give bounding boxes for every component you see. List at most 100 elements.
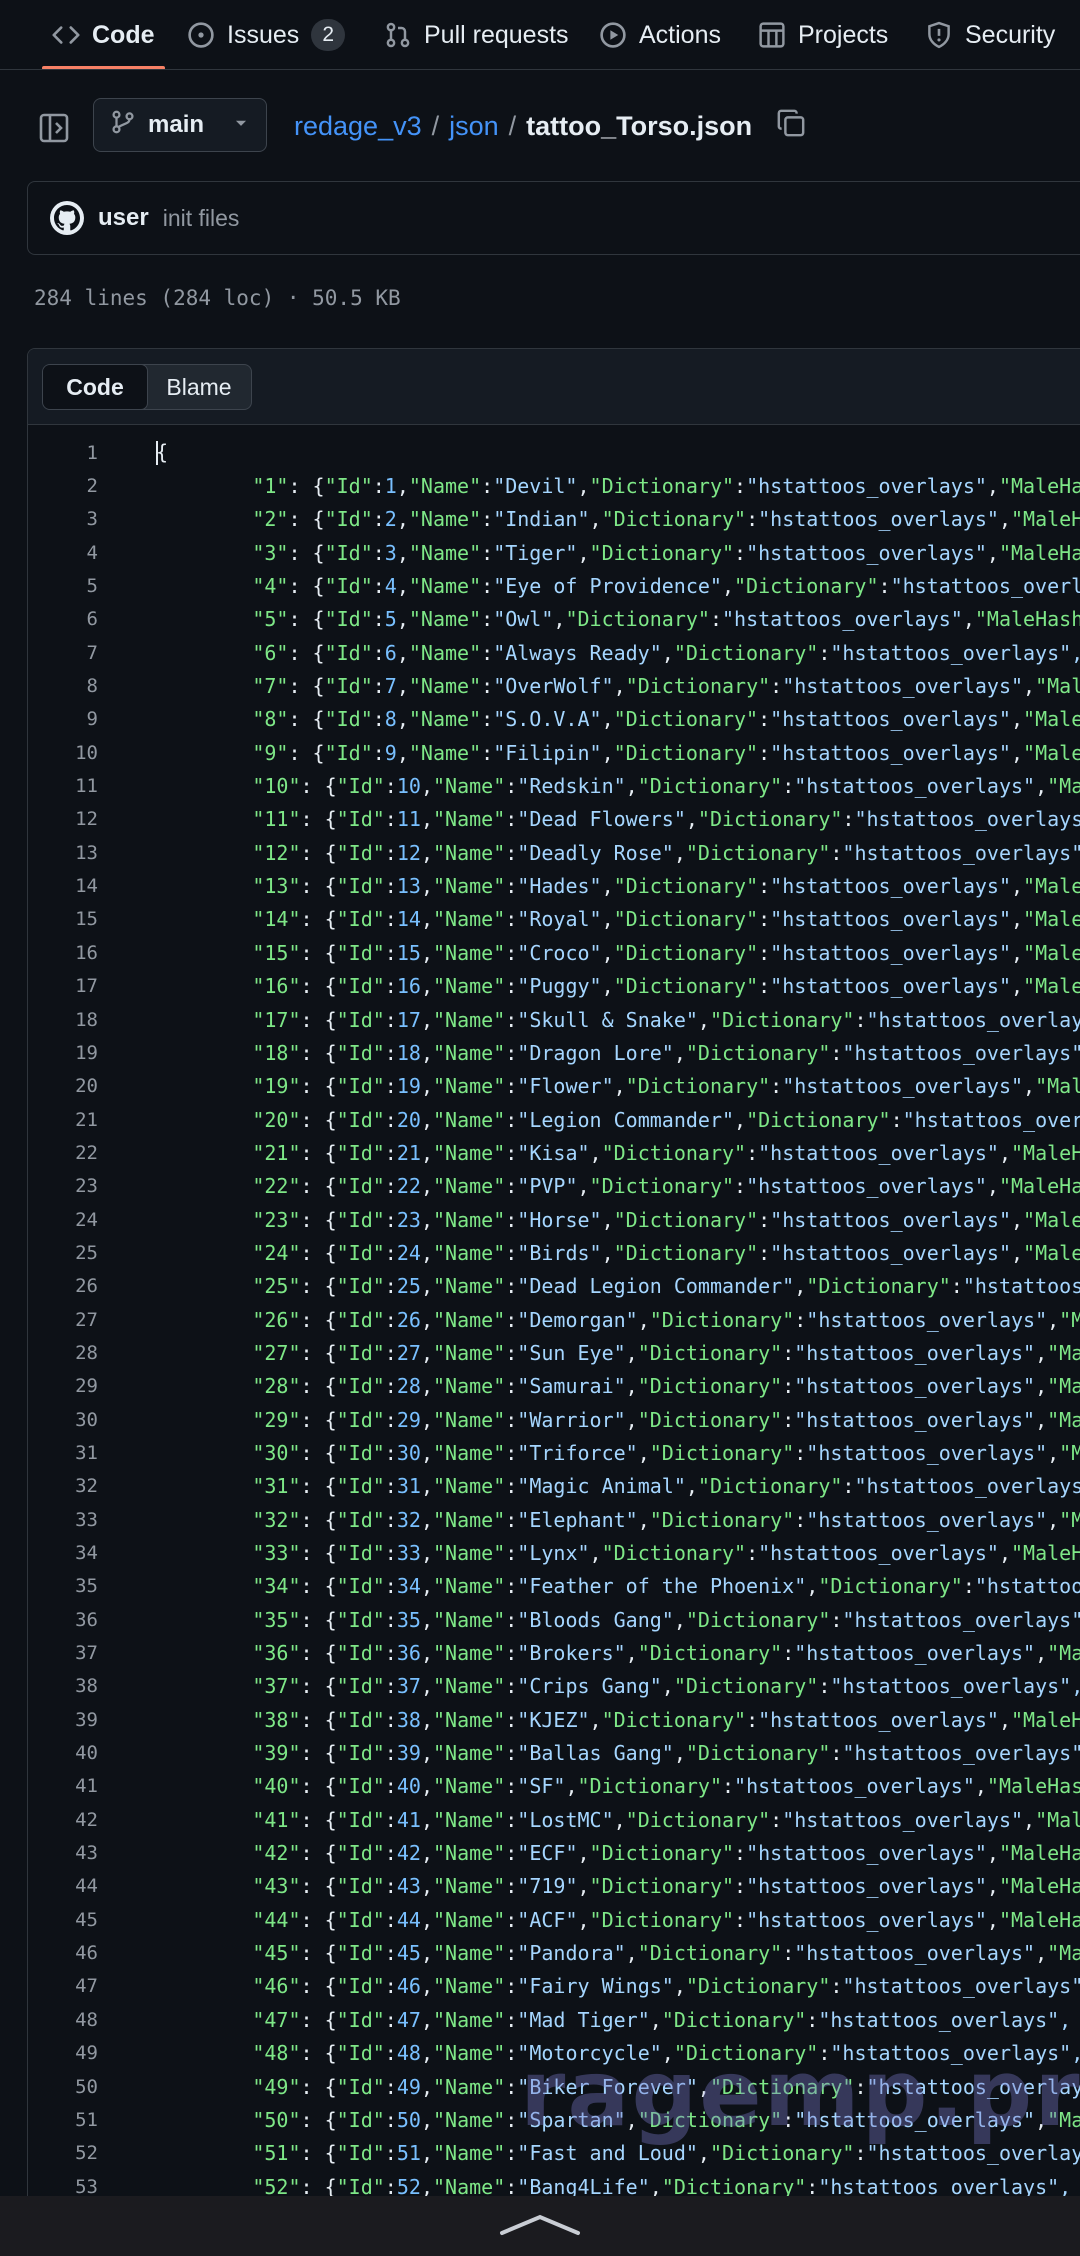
- line-number[interactable]: 11: [28, 775, 98, 797]
- line-number[interactable]: 40: [28, 1742, 98, 1764]
- line-number[interactable]: 24: [28, 1209, 98, 1231]
- line-number[interactable]: 48: [28, 2009, 98, 2031]
- line-number[interactable]: 2: [28, 475, 98, 497]
- line-number[interactable]: 8: [28, 675, 98, 697]
- line-number[interactable]: 36: [28, 1609, 98, 1631]
- line-number[interactable]: 42: [28, 1809, 98, 1831]
- code-line: 46 "45": {"Id":45,"Name":"Pandora","Dict…: [28, 1936, 1080, 1969]
- line-number[interactable]: 46: [28, 1942, 98, 1964]
- line-number[interactable]: 26: [28, 1275, 98, 1297]
- line-number[interactable]: 49: [28, 2042, 98, 2064]
- tab-issues[interactable]: Issues 2: [187, 0, 346, 69]
- line-content: "5": {"Id":5,"Name":"Owl","Dictionary":"…: [252, 607, 1080, 632]
- code-viewer-header: Code Blame: [28, 349, 1080, 425]
- line-number[interactable]: 22: [28, 1142, 98, 1164]
- line-number[interactable]: 35: [28, 1575, 98, 1597]
- line-number[interactable]: 28: [28, 1342, 98, 1364]
- chevron-up-icon[interactable]: [498, 2211, 582, 2242]
- copy-icon: [776, 108, 806, 145]
- line-number[interactable]: 5: [28, 575, 98, 597]
- code-lines[interactable]: 1{2 "1": {"Id":1,"Name":"Devil","Diction…: [28, 425, 1080, 2256]
- line-number[interactable]: 37: [28, 1642, 98, 1664]
- line-content: "35": {"Id":35,"Name":"Bloods Gang","Dic…: [252, 1607, 1080, 1632]
- tab-pull-requests[interactable]: Pull requests: [384, 0, 569, 69]
- line-content: "36": {"Id":36,"Name":"Brokers","Diction…: [252, 1641, 1080, 1666]
- branch-select-button[interactable]: main: [93, 98, 267, 152]
- line-number[interactable]: 51: [28, 2109, 98, 2131]
- line-number[interactable]: 27: [28, 1309, 98, 1331]
- line-content: "52": {"Id":52,"Name":"Bang4Life","Dicti…: [252, 2174, 1072, 2199]
- line-number[interactable]: 15: [28, 908, 98, 930]
- line-number[interactable]: 25: [28, 1242, 98, 1264]
- line-number[interactable]: 38: [28, 1675, 98, 1697]
- line-content: "31": {"Id":31,"Name":"Magic Animal","Di…: [252, 1474, 1080, 1499]
- breadcrumb-folder-link[interactable]: json: [449, 111, 499, 142]
- line-number[interactable]: 13: [28, 842, 98, 864]
- line-content: "18": {"Id":18,"Name":"Dragon Lore","Dic…: [252, 1040, 1080, 1065]
- tab-code-label: Code: [92, 20, 155, 49]
- line-number[interactable]: 32: [28, 1475, 98, 1497]
- line-number[interactable]: 52: [28, 2142, 98, 2164]
- code-line: 45 "44": {"Id":44,"Name":"ACF","Dictiona…: [28, 1903, 1080, 1936]
- breadcrumb-repo-link[interactable]: redage_v3: [294, 111, 422, 142]
- line-number[interactable]: 18: [28, 1009, 98, 1031]
- line-number[interactable]: 31: [28, 1442, 98, 1464]
- line-number[interactable]: 41: [28, 1775, 98, 1797]
- line-number[interactable]: 34: [28, 1542, 98, 1564]
- bottom-navigation-bar: [0, 2196, 1080, 2256]
- copy-path-button[interactable]: [774, 109, 808, 143]
- code-view-button[interactable]: Code: [43, 365, 148, 409]
- code-line: 52 "51": {"Id":51,"Name":"Fast and Loud"…: [28, 2137, 1080, 2170]
- commit-author[interactable]: user: [98, 204, 149, 232]
- line-number[interactable]: 14: [28, 875, 98, 897]
- tab-code[interactable]: Code: [42, 0, 164, 69]
- line-number[interactable]: 43: [28, 1842, 98, 1864]
- line-number[interactable]: 16: [28, 942, 98, 964]
- sidebar-toggle-button[interactable]: [34, 110, 74, 150]
- line-number[interactable]: 21: [28, 1109, 98, 1131]
- line-number[interactable]: 30: [28, 1409, 98, 1431]
- tab-actions[interactable]: Actions: [599, 0, 721, 69]
- line-number[interactable]: 44: [28, 1875, 98, 1897]
- avatar[interactable]: [50, 201, 84, 235]
- line-number[interactable]: 17: [28, 975, 98, 997]
- line-number[interactable]: 6: [28, 608, 98, 630]
- tab-projects-label: Projects: [798, 20, 889, 49]
- line-content: "49": {"Id":49,"Name":"Biker Forever","D…: [252, 2074, 1080, 2099]
- breadcrumb: redage_v3 / json / tattoo_Torso.json: [294, 104, 808, 148]
- commit-message[interactable]: init files: [163, 205, 240, 232]
- line-number[interactable]: 3: [28, 508, 98, 530]
- code-line: 18 "17": {"Id":17,"Name":"Skull & Snake"…: [28, 1003, 1080, 1036]
- line-number[interactable]: 4: [28, 542, 98, 564]
- line-number[interactable]: 10: [28, 742, 98, 764]
- line-number[interactable]: 1: [28, 442, 98, 464]
- line-number[interactable]: 29: [28, 1375, 98, 1397]
- line-number[interactable]: 12: [28, 808, 98, 830]
- blame-view-button[interactable]: Blame: [147, 365, 251, 409]
- code-line: 16 "15": {"Id":15,"Name":"Croco","Dictio…: [28, 936, 1080, 969]
- line-number[interactable]: 47: [28, 1975, 98, 1997]
- line-number[interactable]: 53: [28, 2176, 98, 2198]
- line-content: "6": {"Id":6,"Name":"Always Ready","Dict…: [252, 640, 1080, 665]
- tab-projects[interactable]: Projects: [758, 0, 889, 69]
- code-line: 8 "7": {"Id":7,"Name":"OverWolf","Dictio…: [28, 669, 1080, 702]
- line-number[interactable]: 7: [28, 642, 98, 664]
- line-content: "22": {"Id":22,"Name":"PVP","Dictionary"…: [252, 1174, 1080, 1199]
- code-line: 28 "27": {"Id":27,"Name":"Sun Eye","Dict…: [28, 1336, 1080, 1369]
- line-number[interactable]: 39: [28, 1709, 98, 1731]
- code-viewer: Code Blame 1{2 "1": {"Id":1,"Name":"Devi…: [27, 348, 1080, 2256]
- line-number[interactable]: 23: [28, 1175, 98, 1197]
- line-number[interactable]: 20: [28, 1075, 98, 1097]
- line-number[interactable]: 33: [28, 1509, 98, 1531]
- line-number[interactable]: 9: [28, 708, 98, 730]
- code-line: 7 "6": {"Id":6,"Name":"Always Ready","Di…: [28, 636, 1080, 669]
- line-number[interactable]: 45: [28, 1909, 98, 1931]
- line-number[interactable]: 50: [28, 2076, 98, 2098]
- code-icon: [52, 21, 80, 49]
- line-number[interactable]: 19: [28, 1042, 98, 1064]
- tab-issues-label: Issues: [227, 20, 300, 49]
- code-line: 50 "49": {"Id":49,"Name":"Biker Forever"…: [28, 2070, 1080, 2103]
- tab-security[interactable]: Security: [925, 0, 1055, 69]
- code-line: 9 "8": {"Id":8,"Name":"S.O.V.A","Diction…: [28, 703, 1080, 736]
- actions-icon: [599, 21, 627, 49]
